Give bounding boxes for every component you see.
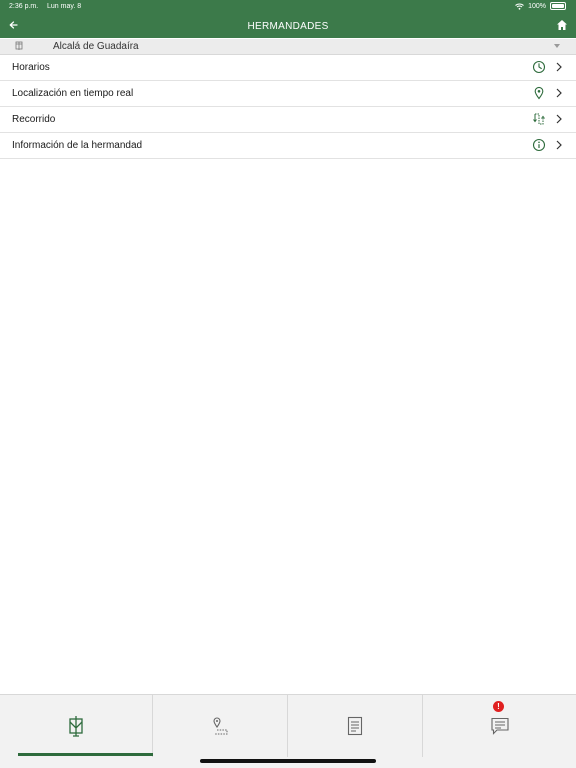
document-icon bbox=[347, 716, 363, 736]
tab-bar: ! bbox=[0, 694, 576, 768]
menu-item-localizacion[interactable]: Localización en tiempo real bbox=[0, 81, 576, 107]
route-icon bbox=[533, 113, 545, 125]
battery-percent: 100% bbox=[528, 2, 546, 10]
info-icon bbox=[532, 138, 546, 152]
brotherhood-selector[interactable]: Alcalá de Guadaíra bbox=[0, 39, 576, 55]
menu-item-label: Horarios bbox=[12, 62, 50, 73]
brotherhood-icon bbox=[69, 716, 83, 737]
menu-item-label: Información de la hermandad bbox=[12, 140, 143, 151]
brotherhood-icon bbox=[15, 41, 23, 50]
home-indicator bbox=[200, 759, 376, 763]
chat-icon bbox=[490, 717, 509, 735]
menu-list: Horarios Localización en tiempo real Rec… bbox=[0, 55, 576, 159]
page-title: HERMANDADES bbox=[247, 21, 329, 32]
tab-hermandades[interactable] bbox=[0, 695, 152, 757]
status-time: 2:36 p.m. bbox=[9, 3, 39, 10]
tab-mapa[interactable] bbox=[153, 695, 287, 757]
clock-icon bbox=[532, 60, 546, 74]
map-route-icon bbox=[213, 717, 228, 735]
status-right: 100% bbox=[515, 2, 566, 10]
menu-item-label: Recorrido bbox=[12, 114, 56, 125]
menu-item-horarios[interactable]: Horarios bbox=[0, 55, 576, 81]
battery-icon bbox=[550, 2, 566, 10]
home-button[interactable] bbox=[556, 18, 570, 32]
chevron-right-icon bbox=[556, 114, 562, 124]
home-icon bbox=[557, 20, 567, 30]
location-pin-icon bbox=[534, 86, 544, 100]
navbar: HERMANDADES bbox=[0, 14, 576, 38]
chevron-right-icon bbox=[556, 62, 562, 72]
status-bar: 2:36 p.m. Lun may. 8 100% bbox=[0, 0, 576, 14]
notification-badge: ! bbox=[493, 701, 504, 712]
chevron-right-icon bbox=[556, 140, 562, 150]
menu-item-informacion[interactable]: Información de la hermandad bbox=[0, 133, 576, 159]
status-date: Lun may. 8 bbox=[47, 3, 82, 10]
chevron-right-icon bbox=[556, 88, 562, 98]
active-tab-indicator bbox=[18, 753, 153, 756]
menu-item-label: Localización en tiempo real bbox=[12, 88, 134, 99]
wifi-icon bbox=[515, 3, 524, 10]
app-header: 2:36 p.m. Lun may. 8 100% HERMANDADES bbox=[0, 0, 576, 38]
selector-value: Alcalá de Guadaíra bbox=[53, 41, 139, 52]
chevron-down-icon bbox=[554, 44, 560, 48]
menu-item-recorrido[interactable]: Recorrido bbox=[0, 107, 576, 133]
tab-documentos[interactable] bbox=[288, 695, 422, 757]
